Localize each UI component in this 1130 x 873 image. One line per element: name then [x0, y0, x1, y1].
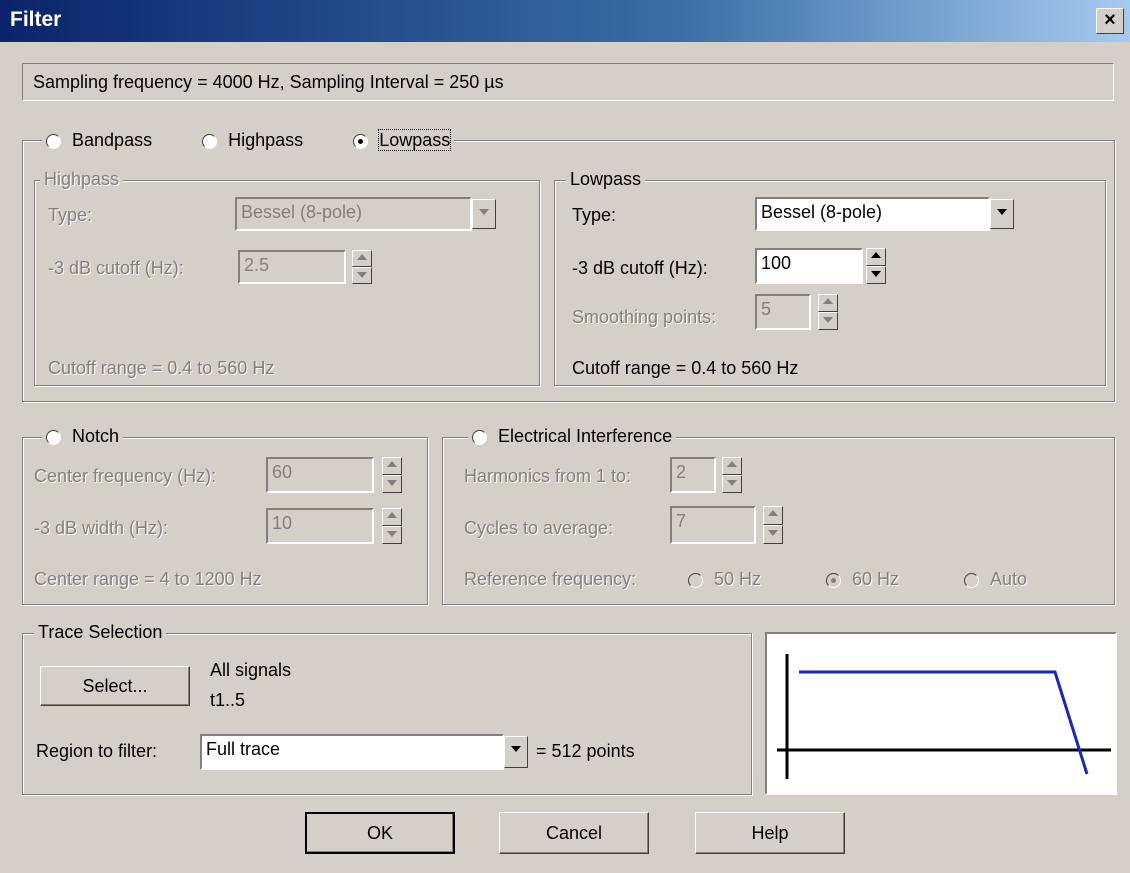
chevron-down-icon[interactable] — [472, 199, 496, 229]
notch-center-label: Center frequency (Hz): — [34, 466, 217, 486]
electrical-label[interactable]: Electrical Interference — [498, 426, 672, 446]
highpass-legend: Highpass — [40, 169, 124, 190]
ref-50-option[interactable]: 50 Hz — [688, 569, 761, 590]
ref-auto-label[interactable]: Auto — [990, 569, 1027, 589]
ref-60-label[interactable]: 60 Hz — [852, 569, 899, 589]
lowpass-label[interactable]: Lowpass — [378, 129, 452, 151]
window-title: Filter — [10, 8, 62, 31]
ok-button[interactable]: OK — [305, 812, 455, 854]
harmonics-spin-icon[interactable] — [722, 457, 742, 493]
points-text: = 512 points — [536, 741, 635, 761]
filter-type-radios: Bandpass Highpass Lowpass — [42, 129, 455, 154]
notch-legend: Notch — [42, 426, 124, 447]
response-curve — [799, 670, 1089, 775]
filter-response-graph — [777, 654, 1111, 779]
filter-response-preview — [765, 632, 1117, 795]
notch-label[interactable]: Notch — [72, 426, 119, 446]
highpass-type-select[interactable]: Bessel (8-pole) — [235, 197, 472, 231]
highpass-cutoff-input[interactable]: 2.5 — [238, 250, 346, 284]
cycles-input[interactable]: 7 — [670, 506, 756, 544]
ref-60-radio[interactable] — [826, 572, 841, 588]
notch-range-text: Center range = 4 to 1200 Hz — [34, 569, 262, 589]
cycles-spin-icon[interactable] — [763, 506, 783, 544]
lowpass-range-text: Cutoff range = 0.4 to 560 Hz — [572, 358, 799, 378]
harmonics-label: Harmonics from 1 to: — [464, 466, 632, 486]
notch-width-input[interactable]: 10 — [266, 508, 374, 544]
notch-radio[interactable] — [46, 429, 61, 445]
notch-center-input[interactable]: 60 — [266, 457, 374, 493]
lowpass-radio[interactable] — [353, 133, 369, 149]
region-select[interactable]: Full trace — [200, 734, 504, 770]
bandpass-radio[interactable] — [46, 133, 61, 149]
ref-auto-radio[interactable] — [964, 572, 979, 588]
help-button[interactable]: Help — [695, 812, 845, 854]
notch-width-spin-icon[interactable] — [382, 508, 402, 544]
harmonics-input[interactable]: 2 — [670, 457, 716, 493]
lowpass-type-select[interactable]: Bessel (8-pole) — [755, 197, 990, 231]
chevron-down-icon[interactable] — [504, 736, 528, 768]
lowpass-cutoff-input[interactable]: 100 — [755, 248, 863, 284]
bandpass-label[interactable]: Bandpass — [72, 130, 152, 150]
reference-label: Reference frequency: — [464, 569, 637, 589]
chevron-down-icon[interactable] — [990, 199, 1014, 229]
ref-50-label[interactable]: 50 Hz — [714, 569, 761, 589]
lowpass-cutoff-spin-icon[interactable] — [866, 248, 886, 284]
close-icon: × — [1104, 9, 1116, 31]
highpass-type-label: Type: — [48, 205, 93, 225]
select-traces-button[interactable]: Select... — [40, 666, 190, 706]
traces-text: t1..5 — [210, 690, 246, 710]
lowpass-smoothing-label: Smoothing points: — [572, 307, 717, 327]
highpass-cutoff-label: -3 dB cutoff (Hz): — [48, 258, 184, 278]
sampling-info-box: Sampling frequency = 4000 Hz, Sampling I… — [22, 63, 1114, 101]
sampling-info-text: Sampling frequency = 4000 Hz, Sampling I… — [33, 72, 504, 92]
trace-selection-legend: Trace Selection — [34, 622, 167, 643]
close-button[interactable]: × — [1096, 8, 1124, 34]
lowpass-legend: Lowpass — [566, 169, 646, 190]
title-bar: Filter × — [0, 0, 1130, 42]
electrical-legend: Electrical Interference — [468, 426, 677, 447]
cancel-button[interactable]: Cancel — [499, 812, 649, 854]
electrical-radio[interactable] — [472, 429, 487, 445]
lowpass-cutoff-label: -3 dB cutoff (Hz): — [572, 258, 708, 278]
region-label: Region to filter: — [36, 741, 158, 761]
ref-auto-option[interactable]: Auto — [964, 569, 1027, 590]
ref-50-radio[interactable] — [688, 572, 703, 588]
highpass-radio[interactable] — [202, 133, 218, 149]
trace-selection-group — [22, 633, 752, 795]
lowpass-smoothing-input[interactable]: 5 — [755, 294, 811, 330]
notch-width-label: -3 dB width (Hz): — [34, 518, 169, 538]
cycles-label: Cycles to average: — [464, 518, 614, 538]
notch-center-spin-icon[interactable] — [382, 457, 402, 493]
highpass-cutoff-spin-icon[interactable] — [352, 250, 372, 284]
highpass-label[interactable]: Highpass — [228, 130, 303, 150]
signals-text: All signals — [210, 660, 292, 680]
highpass-range-text: Cutoff range = 0.4 to 560 Hz — [48, 358, 275, 378]
ref-60-option[interactable]: 60 Hz — [826, 569, 899, 590]
lowpass-smoothing-spin-icon[interactable] — [818, 294, 838, 330]
lowpass-type-label: Type: — [572, 205, 617, 225]
